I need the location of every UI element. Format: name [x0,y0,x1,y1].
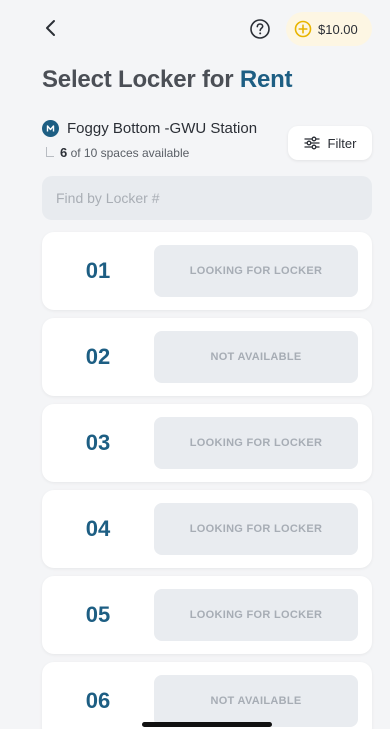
station-info: Foggy Bottom -GWU Station [42,120,257,137]
locker-status-button[interactable]: LOOKING FOR LOCKER [154,503,358,555]
chevron-left-icon [46,20,55,36]
locker-status-button[interactable]: LOOKING FOR LOCKER [154,589,358,641]
top-bar: $10.00 [0,0,390,60]
availability-text: 6 of 10 spaces available [46,145,189,160]
plus-circle-icon [294,20,312,38]
locker-number: 05 [85,602,111,627]
back-button[interactable] [38,14,62,42]
locker-card[interactable]: 06 NOT AVAILABLE [42,662,372,729]
filter-label: Filter [327,135,357,151]
locker-number: 02 [85,344,111,369]
station-name: Foggy Bottom -GWU Station [67,120,258,137]
help-button[interactable] [248,17,272,41]
page-title: Select Locker for Rent [42,66,293,94]
locker-number: 01 [85,258,111,283]
locker-status-button[interactable]: LOOKING FOR LOCKER [154,417,358,469]
locker-card[interactable]: 04 LOOKING FOR LOCKER [42,490,372,568]
metro-logo-icon [42,120,59,137]
balance-pill[interactable]: $10.00 [286,12,372,46]
locker-card[interactable]: 03 LOOKING FOR LOCKER [42,404,372,482]
locker-number: 04 [85,516,111,541]
page-title-prefix: Select Locker for [42,66,234,93]
availability-suffix: of 10 spaces available [70,146,190,160]
locker-card[interactable]: 05 LOOKING FOR LOCKER [42,576,372,654]
filter-button[interactable]: Filter [288,126,372,160]
available-count: 6 [60,145,68,160]
question-circle-icon [250,19,270,39]
locker-list: 01 LOOKING FOR LOCKER 02 NOT AVAILABLE 0… [42,232,372,729]
locker-number: 06 [85,688,111,713]
page-title-accent: Rent [239,66,293,93]
locker-card[interactable]: 01 LOOKING FOR LOCKER [42,232,372,310]
locker-search-input[interactable] [42,176,372,220]
locker-status-button[interactable]: LOOKING FOR LOCKER [154,245,358,297]
home-indicator [142,722,272,727]
locker-status-button[interactable]: NOT AVAILABLE [154,331,358,383]
tree-connector [46,147,54,157]
locker-number: 03 [85,430,111,455]
sliders-icon [303,136,320,150]
locker-status-button[interactable]: NOT AVAILABLE [154,675,358,727]
balance-amount: $10.00 [318,21,358,37]
locker-card[interactable]: 02 NOT AVAILABLE [42,318,372,396]
